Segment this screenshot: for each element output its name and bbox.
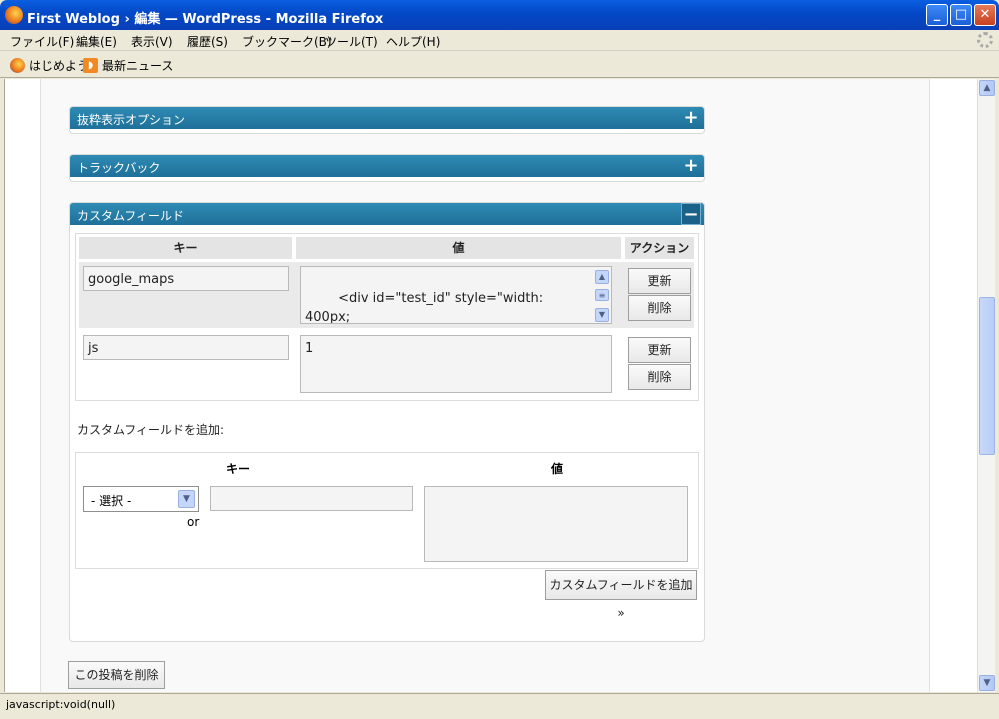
add-custom-field-label: カスタムフィールドを追加: [77,423,225,437]
bookmark-latest-news[interactable]: ◗ 最新ニュース [83,57,173,74]
menu-help[interactable]: ヘルプ(H) [386,33,440,50]
menu-edit[interactable]: 編集(E) [76,33,117,50]
firefox-icon [10,58,25,73]
trackback-panel-title: トラックバック [77,161,161,175]
scroll-up-icon[interactable]: ▲ [595,270,609,284]
status-bar: javascript:void(null) [0,693,999,719]
window-title: First Weblog › 編集 — WordPress - Mozilla … [27,12,384,27]
custom-field-value-textarea[interactable]: <div id="test_id" style="width: 400px; h… [300,266,612,324]
custom-fields-table: キー 値 アクション google_maps <div id="test_id"… [75,233,699,401]
excerpt-panel: 抜粋表示オプション + [69,106,705,134]
menu-tools[interactable]: ツール(T) [325,33,378,50]
update-button[interactable]: 更新 [628,268,691,294]
custom-field-key-input[interactable]: js [83,335,289,360]
custom-fields-panel-header[interactable]: カスタムフィールド − [70,203,704,225]
or-label: or [187,515,200,529]
custom-fields-panel: カスタムフィールド − キー 値 アクション google_maps <div … [69,202,705,642]
bookmarks-toolbar: はじめよう ◗ 最新ニュース [0,52,999,78]
column-header-action: アクション [625,237,694,259]
maximize-button[interactable]: □ [950,4,972,26]
key-select-dropdown[interactable]: - 選択 - ▼ [83,486,199,512]
throbber-icon [977,32,993,48]
trackback-panel: トラックバック + [69,154,705,182]
new-value-textarea[interactable] [424,486,688,562]
menu-view[interactable]: 表示(V) [131,33,173,50]
firefox-icon [5,6,23,24]
delete-post-button[interactable]: この投稿を削除 [68,661,165,689]
scroll-up-icon[interactable]: ▲ [979,80,995,96]
title-bar: First Weblog › 編集 — WordPress - Mozilla … [0,0,999,30]
status-text: javascript:void(null) [6,698,116,711]
update-button[interactable]: 更新 [628,337,691,363]
new-key-header: キー [226,462,251,476]
expand-icon[interactable]: + [681,155,701,177]
delete-button[interactable]: 削除 [628,364,691,390]
add-custom-field-form: キー 値 - 選択 - ▼ or [75,452,699,569]
new-key-input[interactable] [210,486,413,511]
new-value-header: 値 [551,462,564,476]
bookmark-getting-started[interactable]: はじめよう [10,57,89,74]
custom-field-key-input[interactable]: google_maps [83,266,289,291]
trackback-panel-header[interactable]: トラックバック + [70,155,704,177]
excerpt-panel-header[interactable]: 抜粋表示オプション + [70,107,704,129]
scroll-down-icon[interactable]: ▼ [595,308,609,322]
menu-file[interactable]: ファイル(F) [10,33,74,50]
excerpt-panel-title: 抜粋表示オプション [77,113,186,127]
textarea-scrollbar[interactable]: ▲ ≡ ▼ [595,270,609,322]
expand-icon[interactable]: + [681,107,701,129]
custom-field-value-textarea[interactable]: 1 [300,335,612,393]
scroll-down-icon[interactable]: ▼ [979,675,995,691]
minimize-button[interactable]: _ [926,4,948,26]
menu-bookmarks[interactable]: ブックマーク(B) [242,33,332,50]
menu-bar: ファイル(F) 編集(E) 表示(V) 履歴(S) ブックマーク(B) ツール(… [0,30,999,51]
page-content: 抜粋表示オプション + トラックバック + カスタムフィールド − キー 値 ア… [4,79,977,692]
close-button[interactable]: ✕ [974,4,996,26]
column-header-key: キー [79,237,292,259]
add-custom-field-button[interactable]: カスタムフィールドを追加 » [545,570,697,620]
rss-icon: ◗ [83,58,98,73]
page-scrollbar[interactable]: ▲ ▼ [977,79,995,692]
scroll-thumb[interactable]: ≡ [595,289,609,301]
column-header-value: 値 [296,237,621,259]
custom-fields-panel-title: カスタムフィールド [77,209,185,223]
menu-history[interactable]: 履歴(S) [187,33,228,50]
scroll-thumb[interactable] [979,297,995,455]
delete-button[interactable]: 削除 [628,295,691,321]
chevron-down-icon[interactable]: ▼ [178,490,195,508]
collapse-icon[interactable]: − [681,203,701,225]
